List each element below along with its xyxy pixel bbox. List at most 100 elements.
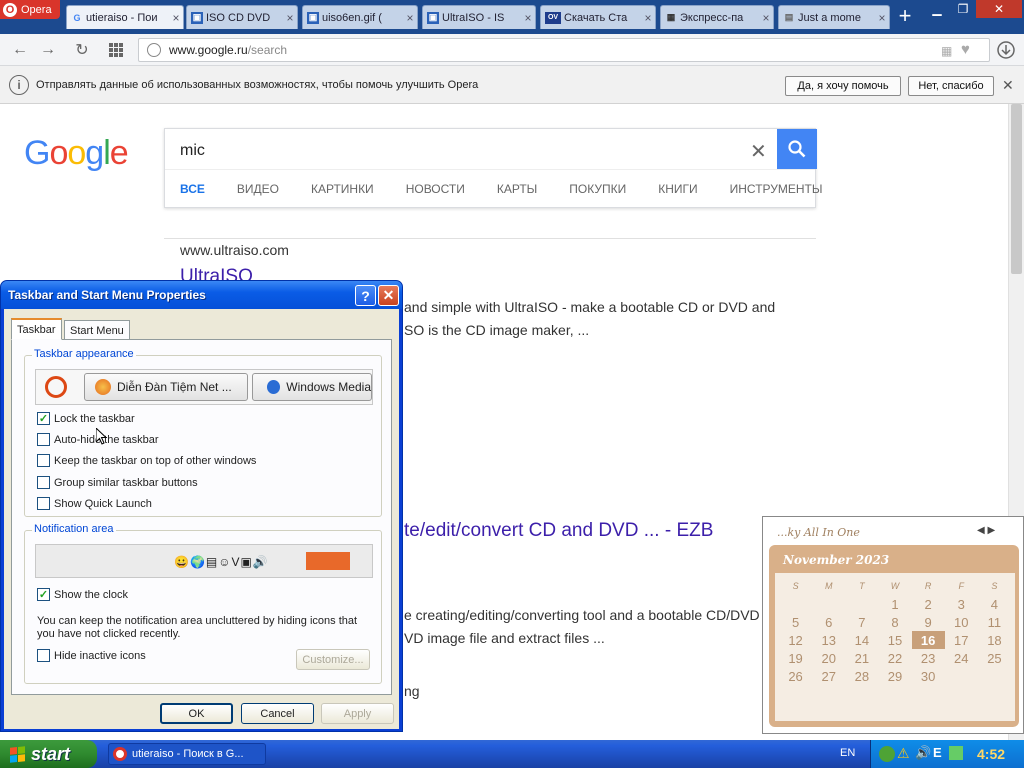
maximize-window-icon[interactable]: ❐ — [950, 0, 976, 18]
group-buttons-checkbox[interactable]: Group similar taskbar buttons — [37, 476, 198, 489]
dialog-title-bar[interactable]: Taskbar and Start Menu Properties ? ✕ — [1, 281, 402, 309]
tab-all[interactable]: ВСЕ — [180, 182, 205, 196]
calendar-day[interactable]: 3 — [945, 595, 978, 613]
calendar-day[interactable]: 13 — [812, 631, 845, 649]
tab-close-icon[interactable]: × — [283, 11, 297, 25]
checkbox-box[interactable] — [37, 454, 50, 467]
tiles-icon[interactable]: ▦ — [941, 44, 952, 58]
calendar-day[interactable]: 6 — [812, 613, 845, 631]
minimize-window-icon[interactable]: ▁ — [924, 0, 950, 18]
browser-tab-ultraiso[interactable]: ▣ UltraISO - IS × — [422, 5, 536, 29]
network-icon[interactable] — [949, 746, 963, 760]
tab-close-icon[interactable]: × — [641, 11, 655, 25]
tab-close-icon[interactable]: × — [875, 11, 889, 25]
tab-taskbar[interactable]: Taskbar — [11, 318, 62, 340]
utorrent-icon[interactable] — [879, 746, 895, 762]
heart-bookmark-icon[interactable]: ♥ — [961, 41, 970, 58]
tab-start-menu[interactable]: Start Menu — [64, 320, 130, 340]
browser-tab-google[interactable]: G utieraiso - Пои × — [66, 5, 184, 29]
checkbox-box[interactable] — [37, 497, 50, 510]
browser-tab-just-a-moment[interactable]: ▤ Just a mome × — [778, 5, 890, 29]
tab-books[interactable]: КНИГИ — [658, 182, 697, 196]
calendar-day[interactable]: 15 — [878, 631, 911, 649]
help-yes-button[interactable]: Да, я хочу помочь — [785, 76, 901, 96]
customize-button[interactable]: Customize... — [296, 649, 370, 670]
calendar-nav-arrows-icon[interactable]: ◀ ▶ — [977, 525, 995, 536]
new-tab-plus-icon[interactable]: + — [894, 5, 916, 28]
url-field[interactable]: www.google.ru/search ▦ ♥ — [138, 38, 990, 62]
ok-button[interactable]: OK — [160, 703, 233, 724]
calendar-day[interactable]: 27 — [812, 667, 845, 685]
calendar-day[interactable]: 17 — [945, 631, 978, 649]
calendar-day[interactable]: 10 — [945, 613, 978, 631]
lock-taskbar-checkbox[interactable]: ✓ Lock the taskbar — [37, 412, 135, 425]
browser-tab-download[interactable]: OV Скачать Ста × — [540, 5, 656, 29]
calendar-day[interactable]: 5 — [779, 613, 812, 631]
calendar-day[interactable]: 2 — [912, 595, 945, 613]
tab-news[interactable]: НОВОСТИ — [406, 182, 465, 196]
calendar-day[interactable]: 21 — [845, 649, 878, 667]
apply-button[interactable]: Apply — [321, 703, 394, 724]
search-button[interactable] — [777, 129, 817, 169]
calendar-day[interactable]: 25 — [978, 649, 1011, 667]
help-no-button[interactable]: Нет, спасибо — [908, 76, 994, 96]
calendar-day[interactable]: 23 — [912, 649, 945, 667]
language-indicator[interactable]: EN — [840, 747, 855, 759]
hide-inactive-checkbox[interactable]: Hide inactive icons — [37, 649, 146, 662]
calendar-day[interactable]: 28 — [845, 667, 878, 685]
opera-menu-button[interactable]: O Opera — [0, 0, 60, 19]
quick-launch-checkbox[interactable]: Show Quick Launch — [37, 497, 152, 510]
calendar-day[interactable]: 30 — [912, 667, 945, 685]
tab-close-icon[interactable]: × — [403, 11, 417, 25]
start-button[interactable]: start — [0, 740, 97, 768]
clear-search-icon[interactable]: ✕ — [750, 139, 767, 164]
warning-icon[interactable]: ⚠ — [897, 745, 910, 762]
calendar-day[interactable]: 22 — [878, 649, 911, 667]
calendar-day[interactable]: 1 — [878, 595, 911, 613]
back-arrow-icon[interactable]: ← — [10, 40, 30, 60]
google-logo[interactable]: Google — [24, 134, 129, 173]
taskbar-clock[interactable]: 4:52 — [977, 746, 1005, 762]
calendar-day[interactable]: 24 — [945, 649, 978, 667]
volume-icon[interactable]: 🔊 — [915, 745, 931, 761]
reload-icon[interactable]: ↻ — [72, 40, 92, 60]
scrollbar-thumb[interactable] — [1011, 104, 1022, 274]
calendar-day[interactable]: 14 — [845, 631, 878, 649]
calendar-day[interactable]: 7 — [845, 613, 878, 631]
calendar-day[interactable]: 26 — [779, 667, 812, 685]
search-input[interactable]: mic — [180, 142, 205, 160]
checkbox-box[interactable] — [37, 649, 50, 662]
browser-tab-iso[interactable]: ▣ ISO CD DVD × — [186, 5, 298, 29]
dialog-close-icon[interactable]: ✕ — [378, 285, 399, 306]
checkbox-box[interactable] — [37, 476, 50, 489]
tab-images[interactable]: КАРТИНКИ — [311, 182, 374, 196]
calendar-day[interactable]: 18 — [978, 631, 1011, 649]
info-bar-close-icon[interactable]: ✕ — [1002, 77, 1014, 94]
calendar-day[interactable]: 29 — [878, 667, 911, 685]
checkbox-box[interactable] — [37, 433, 50, 446]
help-question-icon[interactable]: ? — [355, 285, 376, 306]
keep-on-top-checkbox[interactable]: Keep the taskbar on top of other windows — [37, 454, 256, 467]
calendar-day[interactable]: 8 — [878, 613, 911, 631]
tab-shopping[interactable]: ПОКУПКИ — [569, 182, 626, 196]
checkbox-box[interactable]: ✓ — [37, 412, 50, 425]
calendar-day[interactable]: 11 — [978, 613, 1011, 631]
tab-close-icon[interactable]: × — [759, 11, 773, 25]
calendar-day[interactable]: 4 — [978, 595, 1011, 613]
speed-dial-grid-icon[interactable] — [106, 40, 126, 60]
cancel-button[interactable]: Cancel — [241, 703, 314, 724]
download-icon[interactable] — [996, 40, 1016, 60]
ez-icon[interactable]: E — [933, 745, 942, 760]
close-window-icon[interactable]: ✕ — [976, 0, 1022, 18]
tab-close-icon[interactable]: × — [521, 11, 535, 25]
result-url[interactable]: www.ultraiso.com — [180, 242, 289, 258]
checkbox-box[interactable]: ✓ — [37, 588, 50, 601]
calendar-day[interactable]: 12 — [779, 631, 812, 649]
calendar-day[interactable]: 19 — [779, 649, 812, 667]
show-clock-checkbox[interactable]: ✓ Show the clock — [37, 588, 128, 601]
tab-video[interactable]: ВИДЕО — [237, 182, 279, 196]
calendar-day[interactable]: 9 — [912, 613, 945, 631]
forward-arrow-icon[interactable]: → — [38, 40, 58, 60]
calendar-day[interactable]: 20 — [812, 649, 845, 667]
tab-close-icon[interactable]: × — [169, 11, 183, 25]
